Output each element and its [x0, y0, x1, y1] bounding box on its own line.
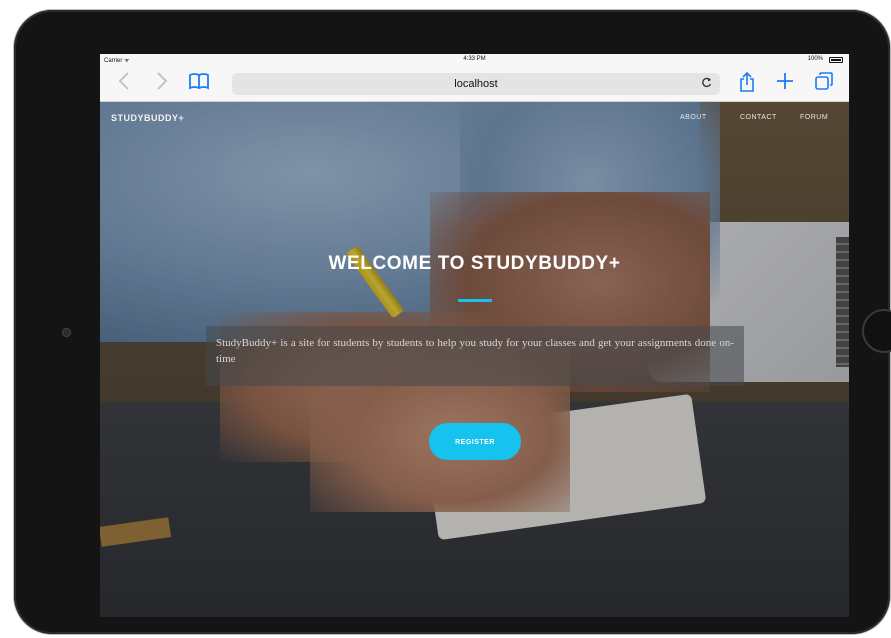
status-time: 4:33 PM [463, 56, 486, 62]
nav-about-link[interactable]: ABOUT [680, 114, 707, 121]
nav-forum-link[interactable]: FORUM [800, 114, 828, 121]
site-brand[interactable]: STUDYBUDDY+ [111, 113, 184, 123]
ipad-screen: Carrier ᯤ 4:33 PM 100% localhost STUDYBU… [100, 54, 849, 617]
home-button[interactable] [862, 309, 891, 353]
site-navbar: STUDYBUDDY+ ABOUT CONTACT FORUM [100, 102, 849, 136]
share-icon[interactable] [736, 71, 758, 95]
status-bar: Carrier ᯤ 4:33 PM 100% [100, 54, 849, 66]
safari-toolbar: localhost [100, 66, 849, 102]
tabs-icon[interactable] [812, 71, 836, 95]
battery-icon [829, 57, 843, 63]
hero-description: StudyBuddy+ is a site for students by st… [206, 326, 744, 386]
hero-title: WELCOME TO STUDYBUDDY+ [328, 253, 621, 274]
bookmarks-icon[interactable] [188, 71, 210, 95]
camera-icon [62, 328, 71, 337]
plus-icon[interactable] [774, 71, 796, 95]
register-button[interactable]: REGISTER [429, 423, 521, 460]
battery-percent: 100% [807, 56, 823, 62]
nav-contact-link[interactable]: CONTACT [740, 114, 777, 121]
ipad-frame: Carrier ᯤ 4:33 PM 100% localhost STUDYBU… [14, 10, 891, 634]
title-divider [458, 299, 492, 302]
reload-icon[interactable] [702, 73, 712, 95]
hero-section: STUDYBUDDY+ ABOUT CONTACT FORUM WELCOME … [100, 102, 849, 617]
back-icon[interactable] [116, 71, 132, 95]
address-bar[interactable]: localhost [232, 73, 720, 95]
forward-icon[interactable] [154, 71, 170, 95]
